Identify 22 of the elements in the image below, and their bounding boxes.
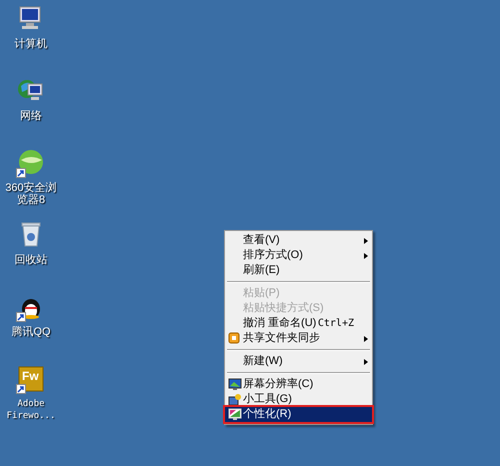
- menu-item[interactable]: 排序方式(O): [225, 248, 372, 263]
- icon-label: 网络: [19, 110, 43, 122]
- icon-label: 360安全浏览器8: [4, 182, 58, 206]
- menu-item[interactable]: 刷新(E): [225, 263, 372, 278]
- submenu-arrow-icon: [364, 336, 368, 342]
- menu-item[interactable]: 新建(W): [225, 354, 372, 369]
- icon-label: Adobe Firewo...: [6, 398, 56, 422]
- submenu-arrow-icon: [364, 238, 368, 244]
- menu-item[interactable]: 查看(V): [225, 233, 372, 248]
- icon-label: 计算机: [14, 38, 48, 50]
- monitor-icon: [228, 378, 242, 391]
- submenu-arrow-icon: [364, 358, 368, 364]
- menu-item[interactable]: 屏幕分辨率(C): [225, 377, 372, 392]
- globe-icon[interactable]: [16, 148, 46, 178]
- menu-item[interactable]: 共享文件夹同步: [225, 331, 372, 346]
- sync-icon: [228, 332, 242, 345]
- icon-label: 腾讯QQ: [10, 326, 52, 338]
- menu-item[interactable]: 撤消 重命名(U)Ctrl+Z: [225, 316, 372, 331]
- submenu-arrow-icon: [364, 252, 368, 258]
- monitor-icon: [228, 408, 242, 421]
- icon-label: 回收站: [14, 254, 48, 266]
- menu-item[interactable]: 个性化(R): [225, 407, 372, 422]
